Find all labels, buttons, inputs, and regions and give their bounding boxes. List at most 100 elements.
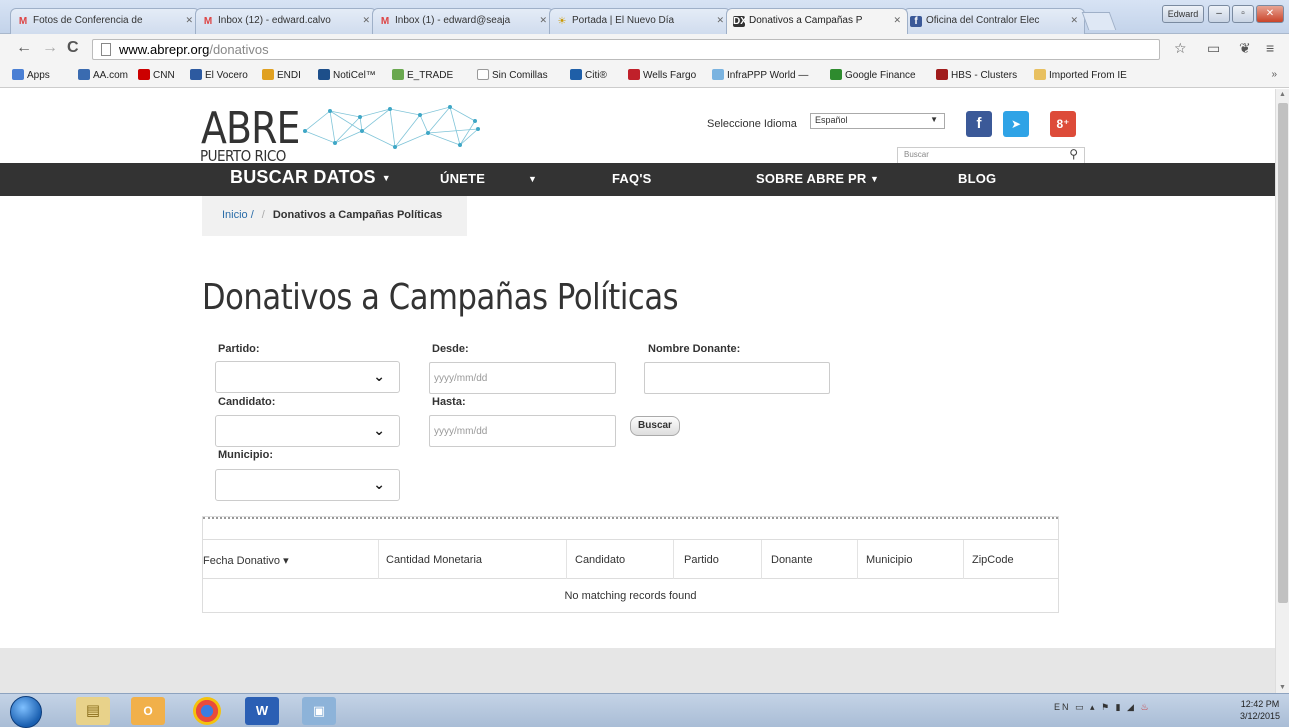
page-icon: [477, 69, 489, 80]
bookmark-elvocero[interactable]: El Vocero: [190, 69, 248, 81]
language-label: Seleccione Idioma: [707, 118, 797, 130]
profile-button[interactable]: Edward: [1162, 5, 1204, 23]
col-zipcode[interactable]: ZipCode: [972, 554, 1014, 566]
nav-sobre-abre[interactable]: SOBRE ABRE PR: [756, 171, 866, 186]
site-search-input[interactable]: Buscar ⚲: [897, 147, 1085, 164]
page-footer: [0, 648, 1275, 693]
hasta-date-input[interactable]: yyyy/mm/dd: [429, 415, 616, 447]
bookmark-noticel[interactable]: NotiCel™: [318, 69, 376, 81]
col-candidato[interactable]: Candidato: [575, 554, 625, 566]
outlook-icon[interactable]: O: [131, 697, 165, 725]
donante-input[interactable]: [644, 362, 830, 394]
bookmarks-bar: Apps AA.com CNN El Vocero ENDI NotiCel™ …: [0, 64, 1289, 88]
address-bar[interactable]: www.abrepr.org/donativos: [92, 39, 1160, 60]
menu-icon[interactable]: ≡: [1266, 40, 1274, 56]
bookmark-cnn[interactable]: CNN: [138, 69, 175, 81]
bookmark-etrade[interactable]: E_TRADE: [392, 69, 453, 81]
bookmark-sincomillas[interactable]: Sin Comillas: [477, 69, 548, 81]
bookmark-hbs[interactable]: HBS - Clusters: [936, 69, 1017, 81]
browser-tab-label: Inbox (1) - edward@seaja: [395, 15, 511, 26]
site-search-placeholder: Buscar: [904, 150, 929, 159]
hbs-icon: [936, 69, 948, 80]
evernote-icon[interactable]: ❦: [1239, 40, 1251, 57]
chrome-icon[interactable]: [193, 697, 221, 725]
windows-start-icon[interactable]: [10, 696, 42, 728]
bookmarks-overflow-icon[interactable]: »: [1271, 69, 1277, 80]
col-fecha-donativo[interactable]: Fecha Donativo ▾: [203, 554, 289, 567]
bookmark-wellsfargo[interactable]: Wells Fargo: [628, 69, 696, 81]
partido-select[interactable]: ⌄: [215, 361, 400, 393]
minimize-button[interactable]: –: [1208, 5, 1230, 23]
bookmark-apps[interactable]: Apps: [12, 69, 50, 81]
network-logo-graphic: [303, 105, 480, 149]
bookmark-infrappp[interactable]: InfraPPP World —: [712, 69, 808, 81]
close-icon[interactable]: ✕: [716, 15, 724, 26]
col-partido[interactable]: Partido: [684, 554, 719, 566]
caret-down-icon[interactable]: ▼: [528, 174, 537, 184]
bookmark-googlefinance[interactable]: Google Finance: [830, 69, 916, 81]
results-table: Fecha Donativo ▾ Cantidad Monetaria Cand…: [202, 516, 1059, 613]
browser-tab-6[interactable]: f Oficina del Contralor Elec ✕: [903, 8, 1085, 34]
file-explorer-icon[interactable]: ▤: [76, 697, 110, 725]
page-scrollbar[interactable]: ▲ ▼: [1275, 89, 1289, 693]
browser-tab-3[interactable]: M Inbox (1) - edward@seaja ✕: [372, 8, 554, 34]
forward-arrow-icon[interactable]: →: [42, 39, 58, 57]
scrollbar-thumb[interactable]: [1278, 103, 1288, 603]
caret-down-icon[interactable]: ▼: [870, 174, 879, 184]
language-indicator[interactable]: EN: [1054, 702, 1071, 712]
nav-unete[interactable]: ÚNETE: [440, 171, 485, 186]
nav-blog[interactable]: BLOG: [958, 171, 996, 186]
reload-icon[interactable]: C: [67, 39, 79, 57]
star-icon[interactable]: ☆: [1174, 40, 1187, 57]
nav-buscar-datos[interactable]: BUSCAR DATOS ▼: [230, 167, 391, 188]
close-icon[interactable]: ✕: [1070, 15, 1078, 26]
facebook-icon[interactable]: f: [966, 111, 992, 137]
caret-down-icon: ▼: [381, 173, 391, 183]
col-cantidad-monetaria[interactable]: Cantidad Monetaria: [386, 554, 482, 566]
main-navbar: BUSCAR DATOS ▼ ÚNETE ▼ FAQ'S SOBRE ABRE P…: [0, 163, 1275, 196]
chevron-down-icon: ⌄: [373, 476, 385, 492]
search-icon[interactable]: ⚲: [1069, 147, 1078, 161]
close-icon[interactable]: ✕: [362, 15, 370, 26]
browser-tab-strip: M Fotos de Conferencia de ✕ M Inbox (12)…: [0, 0, 1289, 34]
browser-tab-5-active[interactable]: DX Donativos a Campañas P ✕: [726, 8, 908, 34]
candidato-select[interactable]: ⌄: [215, 415, 400, 447]
close-icon[interactable]: ✕: [539, 15, 547, 26]
buscar-button[interactable]: Buscar: [630, 416, 680, 436]
desde-label: Desde:: [432, 343, 469, 355]
bookmark-imported[interactable]: Imported From IE: [1034, 69, 1127, 81]
google-plus-icon[interactable]: 8⁺: [1050, 111, 1076, 137]
twitter-icon[interactable]: ➤: [1003, 111, 1029, 137]
close-icon[interactable]: ✕: [893, 15, 901, 26]
browser-tab-2[interactable]: M Inbox (12) - edward.calvo ✕: [195, 8, 377, 34]
nav-faqs[interactable]: FAQ'S: [612, 171, 652, 186]
back-arrow-icon[interactable]: ←: [16, 39, 32, 57]
new-tab-button[interactable]: [1081, 12, 1117, 30]
maximize-button[interactable]: ▫: [1232, 5, 1254, 23]
folder-icon: [1034, 69, 1046, 80]
scroll-down-icon[interactable]: ▼: [1279, 684, 1286, 691]
scroll-up-icon[interactable]: ▲: [1279, 91, 1286, 98]
breadcrumb-home[interactable]: Inicio /: [222, 209, 254, 221]
notification-icon[interactable]: ♨: [1140, 702, 1150, 712]
cast-icon[interactable]: ▭: [1207, 40, 1220, 57]
breadcrumb-current: Donativos a Campañas Políticas: [272, 209, 443, 221]
remote-desktop-icon[interactable]: ▣: [302, 697, 336, 725]
word-icon[interactable]: W: [245, 697, 279, 725]
bookmark-endi[interactable]: ENDI: [262, 69, 301, 81]
taskbar-clock[interactable]: 12:42 PM 3/12/2015: [1240, 698, 1280, 722]
facebook-icon: f: [910, 16, 922, 27]
page-viewport: ABRE PUERTO RICO Seleccione Idioma Españ…: [0, 89, 1275, 693]
bookmark-aa[interactable]: AA.com: [78, 69, 128, 81]
browser-tab-1[interactable]: M Fotos de Conferencia de ✕: [10, 8, 200, 34]
language-select[interactable]: Español ▼: [810, 113, 945, 129]
breadcrumb-separator: /: [261, 209, 265, 221]
desde-date-input[interactable]: yyyy/mm/dd: [429, 362, 616, 394]
close-icon[interactable]: ✕: [185, 15, 193, 26]
browser-tab-4[interactable]: ☀ Portada | El Nuevo Día ✕: [549, 8, 731, 34]
window-close-button[interactable]: ✕: [1256, 5, 1284, 23]
municipio-select[interactable]: ⌄: [215, 469, 400, 501]
col-municipio[interactable]: Municipio: [866, 554, 912, 566]
col-donante[interactable]: Donante: [771, 554, 813, 566]
bookmark-citi[interactable]: Citi®: [570, 69, 607, 81]
